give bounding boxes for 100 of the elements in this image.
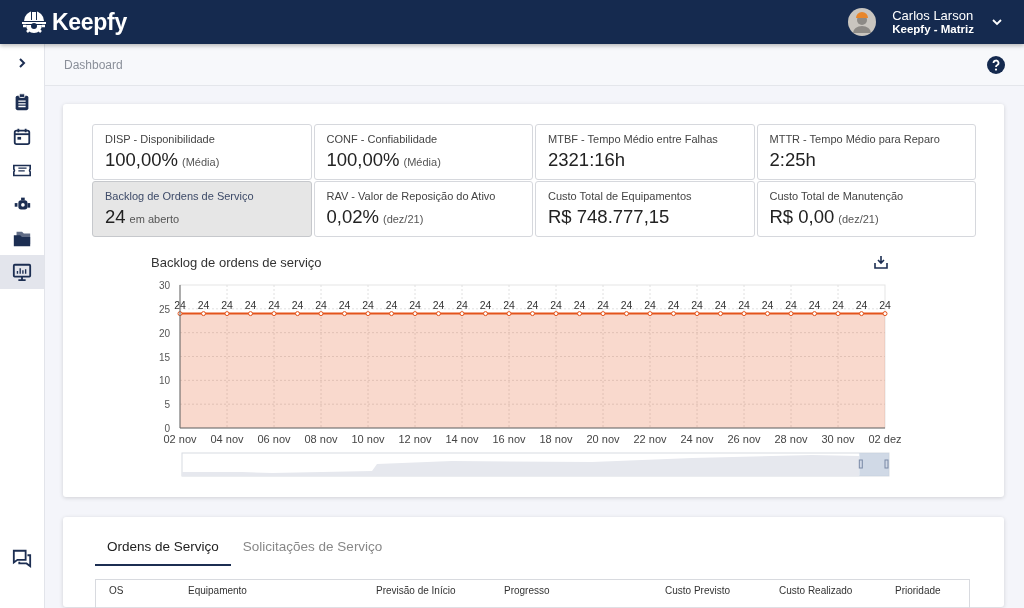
- data-point: [506, 311, 512, 317]
- range-slider[interactable]: [181, 452, 890, 477]
- data-point: [718, 311, 723, 317]
- axis-label: 08 nov: [304, 433, 338, 445]
- chat-icon[interactable]: [12, 548, 32, 568]
- stat-value: 100,00%: [105, 149, 179, 171]
- stat-label: Backlog de Ordens de Serviço: [105, 190, 255, 202]
- data-label: 24: [785, 298, 797, 311]
- data-label: 24: [362, 298, 374, 311]
- sidebar-item[interactable]: [0, 255, 44, 289]
- data-label: 24: [221, 298, 233, 311]
- data-label: 24: [855, 298, 868, 311]
- tab[interactable]: Ordens de Serviço: [95, 531, 231, 566]
- data-label: 24: [456, 298, 468, 311]
- data-point: [882, 311, 888, 317]
- axis-label: 04 nov: [210, 433, 244, 445]
- column-header: Custo Previsto: [665, 585, 732, 598]
- axis-label: 25: [158, 303, 170, 315]
- column-header: Previsão de Início: [376, 585, 457, 598]
- data-label: 24: [315, 298, 327, 311]
- slider-handle[interactable]: [884, 459, 889, 469]
- axis-label: 14 nov: [445, 433, 479, 445]
- data-label: 24: [691, 298, 703, 311]
- stat-value: 24: [105, 206, 126, 228]
- data-point: [671, 311, 676, 317]
- brand-name: Keepfy: [52, 8, 127, 36]
- tab[interactable]: Solicitações de Serviço: [230, 531, 395, 566]
- stat-note: (dez/21): [838, 213, 879, 225]
- slider-handle[interactable]: [858, 459, 863, 469]
- stat-label: DISP - Disponibilidade: [105, 133, 216, 145]
- stat-card[interactable]: Custo Total de Equipamentos R$ 748.777,15: [535, 181, 755, 237]
- data-point: [224, 311, 230, 317]
- axis-label: 12 nov: [398, 433, 432, 445]
- stat-label: MTBF - Tempo Médio entre Falhas: [548, 133, 719, 145]
- column-header: Equipamento: [188, 585, 248, 598]
- axis-label: 02 nov: [163, 433, 197, 445]
- stat-label: CONF - Confiabilidade: [326, 133, 439, 145]
- help-icon[interactable]: [987, 55, 1005, 74]
- data-label: 24: [597, 298, 609, 311]
- data-label: 24: [174, 298, 186, 311]
- stat-card[interactable]: Custo Total de Manutenção R$ 0,00 (dez/21): [756, 181, 976, 237]
- stat-value: 100,00%: [326, 149, 400, 171]
- axis-label: 0: [164, 423, 170, 434]
- stat-card[interactable]: RAV - Valor de Reposição do Ativo 0,02% (dez/21): [313, 181, 533, 237]
- data-point: [318, 311, 324, 317]
- axis-label: 24 nov: [680, 433, 714, 445]
- data-label: 24: [479, 298, 492, 311]
- axis-label: 02 dez: [868, 433, 902, 445]
- data-label: 24: [503, 298, 515, 311]
- column-header: Custo Realizado: [779, 585, 854, 598]
- axis-label: 15: [158, 351, 170, 363]
- stat-note: (Média): [182, 156, 220, 168]
- axis-label: 22 nov: [633, 433, 667, 445]
- data-point: [201, 311, 206, 317]
- data-point: [624, 311, 629, 317]
- data-point: [271, 311, 277, 317]
- stat-value: 0,02%: [326, 206, 379, 228]
- data-point: [365, 311, 371, 317]
- data-label: 24: [291, 298, 304, 311]
- data-label: 24: [409, 298, 421, 311]
- chart-title: Backlog de ordens de serviço: [151, 254, 322, 270]
- avatar[interactable]: [848, 8, 877, 36]
- data-point: [295, 311, 300, 317]
- data-point: [389, 311, 394, 317]
- stat-value: 2321:16h: [548, 149, 626, 171]
- data-point: [859, 311, 864, 317]
- stat-card[interactable]: Backlog de Ordens de Serviço 24 em aberto: [92, 181, 312, 237]
- download-icon[interactable]: [874, 255, 888, 269]
- data-point: [436, 311, 441, 317]
- axis-label: 5: [164, 399, 170, 411]
- axis-label: 18 nov: [539, 433, 573, 445]
- stat-card[interactable]: MTBF - Tempo Médio entre Falhas 2321:16h: [535, 124, 755, 180]
- monitor-chart-icon: [12, 262, 32, 282]
- data-point: [835, 311, 841, 317]
- stat-card[interactable]: MTTR - Tempo Médio para Reparo 2:25h: [756, 124, 976, 180]
- axis-label: 20: [158, 327, 170, 339]
- data-label: 24: [526, 298, 539, 311]
- data-point: [741, 311, 747, 317]
- data-label: 24: [573, 298, 586, 311]
- axis-label: 10: [158, 375, 170, 387]
- calendar-icon: [12, 126, 32, 146]
- data-label: 24: [197, 298, 210, 311]
- data-label: 24: [620, 298, 633, 311]
- chevron-right-icon[interactable]: [16, 57, 28, 69]
- axis-label: 10 nov: [351, 433, 385, 445]
- stat-card[interactable]: CONF - Confiabilidade 100,00% (Média): [313, 124, 533, 180]
- data-label: 24: [808, 298, 821, 311]
- axis-label: 28 nov: [774, 433, 808, 445]
- stat-note: em aberto: [129, 213, 180, 225]
- logo-icon: [20, 8, 48, 36]
- stat-value: 2:25h: [769, 149, 816, 171]
- stat-card[interactable]: DISP - Disponibilidade 100,00% (Média): [92, 124, 312, 180]
- stat-value: R$ 748.777,15: [548, 206, 670, 228]
- data-point: [553, 311, 559, 317]
- user-name: Carlos Larson: [892, 8, 974, 23]
- data-label: 24: [385, 298, 398, 311]
- data-point: [248, 311, 253, 317]
- data-label: 24: [338, 298, 351, 311]
- data-label: 24: [644, 298, 656, 311]
- data-label: 24: [268, 298, 280, 311]
